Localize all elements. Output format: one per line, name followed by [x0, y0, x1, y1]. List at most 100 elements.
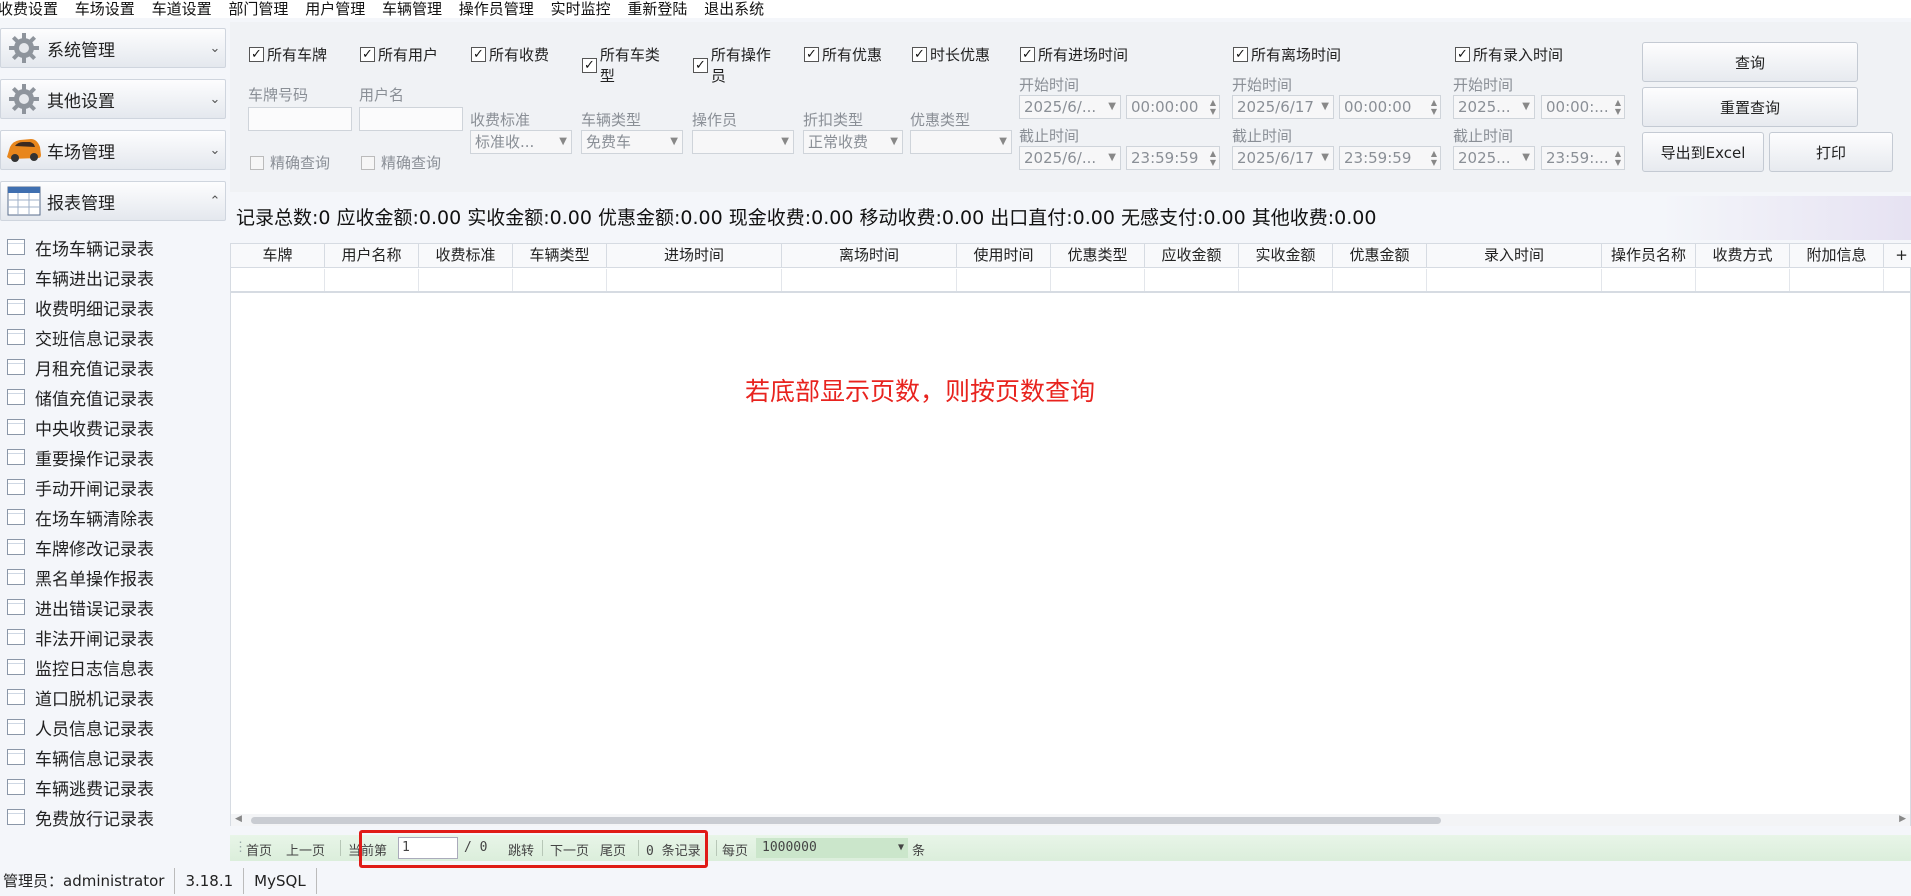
sidebar-item-free-pass[interactable]: 免费放行记录表 — [0, 802, 226, 832]
menu-monitor[interactable]: 实时监控 — [551, 2, 611, 17]
prev-page-button[interactable]: 上一页 — [286, 840, 325, 859]
user-input[interactable] — [359, 107, 463, 131]
summary-bar: 记录总数:0 应收金额:0.00 实收金额:0.00 优惠金额:0.00 现金收… — [230, 196, 1911, 240]
spin-arrows-icon: ▲ ▼ — [1614, 98, 1621, 116]
exit-end-date[interactable]: 2025/6/17 ▼ — [1232, 146, 1334, 170]
record-end-date[interactable]: 2025... ▼ — [1453, 146, 1535, 170]
sidebar-item-error[interactable]: 进出错误记录表 — [0, 592, 226, 622]
plate-exact-checkbox[interactable]: 精确查询 — [250, 152, 330, 173]
sidebar-item-stored[interactable]: 储值充值记录表 — [0, 382, 226, 412]
entry-end-time[interactable]: 23:59:59 ▲ ▼ — [1126, 146, 1220, 170]
sidebar-group-reports[interactable]: 报表管理 ⌃ — [0, 181, 226, 221]
sidebar-group-system[interactable]: 系统管理 ⌄ — [0, 28, 226, 68]
all-discounts-checkbox[interactable]: ✓ 所有优惠 — [804, 44, 882, 65]
sidebar-item-evasion[interactable]: 车辆逃费记录表 — [0, 772, 226, 802]
column-header[interactable]: 操作员名称 — [1602, 244, 1696, 268]
column-header[interactable]: 用户名称 — [325, 244, 419, 268]
column-header[interactable]: 附加信息 — [1790, 244, 1884, 268]
sidebar-group-other[interactable]: 其他设置 ⌄ — [0, 79, 226, 119]
reset-query-button[interactable]: 重置查询 — [1642, 87, 1858, 127]
menu-lane-settings[interactable]: 车道设置 — [152, 2, 212, 17]
sidebar-item-illegal-gate[interactable]: 非法开闸记录表 — [0, 622, 226, 652]
first-page-button[interactable]: 首页 — [246, 840, 272, 859]
all-entry-time-checkbox[interactable]: ✓ 所有进场时间 — [1020, 44, 1128, 65]
all-cartypes-checkbox[interactable]: ✓ 所有车类型 — [582, 44, 674, 86]
time-discount-checkbox[interactable]: ✓ 时长优惠 — [912, 44, 990, 65]
column-header[interactable]: 使用时间 — [957, 244, 1051, 268]
column-header[interactable]: 收费方式 — [1696, 244, 1790, 268]
timedisc-select[interactable]: ▼ — [910, 130, 1012, 154]
sidebar-item-fee-detail[interactable]: 收费明细记录表 — [0, 292, 226, 322]
sidebar-item-onsite[interactable]: 在场车辆记录表 — [0, 232, 226, 262]
plate-input[interactable] — [248, 107, 352, 131]
print-button[interactable]: 打印 — [1769, 132, 1893, 172]
menu-relogin[interactable]: 重新登陆 — [627, 2, 687, 17]
sidebar-item-central[interactable]: 中央收费记录表 — [0, 412, 226, 442]
scroll-right-icon[interactable]: ▶ — [1899, 814, 1906, 824]
sidebar-item-personnel[interactable]: 人员信息记录表 — [0, 712, 226, 742]
menu-users[interactable]: 用户管理 — [305, 2, 365, 17]
all-record-time-checkbox[interactable]: ✓ 所有录入时间 — [1455, 44, 1563, 65]
record-start-time[interactable]: 00:00:... ▲ ▼ — [1541, 95, 1625, 119]
discount-select[interactable]: 正常收费 ▼ — [803, 130, 903, 154]
column-header[interactable]: 车辆类型 — [513, 244, 607, 268]
menu-operators[interactable]: 操作员管理 — [459, 2, 534, 17]
sidebar-item-plate-edit[interactable]: 车牌修改记录表 — [0, 532, 226, 562]
sidebar-item-vehicle-info[interactable]: 车辆信息记录表 — [0, 742, 226, 772]
column-header[interactable]: 实收金额 — [1239, 244, 1333, 268]
column-header[interactable]: 车牌 — [231, 244, 325, 268]
operator-select[interactable]: ▼ — [692, 130, 794, 154]
column-header[interactable]: 录入时间 — [1427, 244, 1602, 268]
exit-start-time[interactable]: 00:00:00 ▲ ▼ — [1339, 95, 1441, 119]
sidebar-group-lot[interactable]: 车场管理 ⌄ — [0, 130, 226, 170]
cartype-filter: ✓ 所有车类型 车辆类型 免费车 ▼ — [563, 22, 683, 192]
all-fees-checkbox[interactable]: ✓ 所有收费 — [471, 44, 549, 65]
dropdown-arrow-icon: ▼ — [1321, 101, 1329, 112]
column-header[interactable]: 应收金额 — [1145, 244, 1239, 268]
sidebar-item-manual-gate[interactable]: 手动开闸记录表 — [0, 472, 226, 502]
column-header-more[interactable]: + — [1884, 244, 1911, 268]
all-plates-checkbox[interactable]: ✓ 所有车牌 — [249, 44, 327, 65]
menu-department[interactable]: 部门管理 — [228, 2, 288, 17]
sidebar-item-monthly[interactable]: 月租充值记录表 — [0, 352, 226, 382]
column-header[interactable]: 进场时间 — [607, 244, 782, 268]
export-excel-button[interactable]: 导出到Excel — [1642, 132, 1764, 172]
entry-end-date[interactable]: 2025/6/... ▼ — [1019, 146, 1121, 170]
menu-exit[interactable]: 退出系统 — [704, 2, 764, 17]
sidebar-item-important-ops[interactable]: 重要操作记录表 — [0, 442, 226, 472]
user-exact-checkbox[interactable]: 精确查询 — [361, 152, 441, 173]
fee-select[interactable]: 标准收... ▼ — [470, 130, 572, 154]
table-row[interactable] — [231, 269, 1911, 293]
menu-fee-settings[interactable]: 收费设置 — [0, 2, 58, 17]
sidebar-item-shift[interactable]: 交班信息记录表 — [0, 322, 226, 352]
cartype-select[interactable]: 免费车 ▼ — [581, 130, 683, 154]
menu-lot-settings[interactable]: 车场设置 — [75, 2, 135, 17]
per-page-select[interactable]: 1000000 ▼ — [756, 838, 908, 858]
column-header[interactable]: 离场时间 — [782, 244, 957, 268]
column-header[interactable]: 收费标准 — [419, 244, 513, 268]
sidebar-item-offline[interactable]: 道口脱机记录表 — [0, 682, 226, 712]
all-users-checkbox[interactable]: ✓ 所有用户 — [360, 44, 438, 65]
sidebar-item-monitor-log[interactable]: 监控日志信息表 — [0, 652, 226, 682]
entry-start-date[interactable]: 2025/6/... ▼ — [1019, 95, 1121, 119]
sidebar-item-onsite-clear[interactable]: 在场车辆清除表 — [0, 502, 226, 532]
scroll-left-icon[interactable]: ◀ — [235, 814, 242, 824]
query-button[interactable]: 查询 — [1642, 42, 1858, 82]
all-exit-time-checkbox[interactable]: ✓ 所有离场时间 — [1233, 44, 1341, 65]
all-operators-checkbox[interactable]: ✓ 所有操作员 — [693, 44, 785, 86]
exit-end-time[interactable]: 23:59:59 ▲ ▼ — [1339, 146, 1441, 170]
sidebar-item-in-out[interactable]: 车辆进出记录表 — [0, 262, 226, 292]
table-icon — [7, 779, 25, 795]
record-end-time[interactable]: 23:59:... ▲ ▼ — [1541, 146, 1625, 170]
menu-vehicles[interactable]: 车辆管理 — [382, 2, 442, 17]
spin-arrows-icon: ▲ ▼ — [1430, 149, 1437, 167]
column-header[interactable]: 优惠金额 — [1333, 244, 1427, 268]
entry-start-time[interactable]: 00:00:00 ▲ ▼ — [1126, 95, 1220, 119]
spin-arrows-icon: ▲ ▼ — [1614, 149, 1621, 167]
horizontal-scrollbar[interactable]: ◀ ▶ — [231, 814, 1910, 826]
column-header[interactable]: 优惠类型 — [1051, 244, 1145, 268]
exit-start-date[interactable]: 2025/6/17 ▼ — [1232, 95, 1334, 119]
scrollbar-thumb[interactable] — [251, 817, 1441, 824]
record-start-date[interactable]: 2025... ▼ — [1453, 95, 1535, 119]
sidebar-item-blacklist[interactable]: 黑名单操作报表 — [0, 562, 226, 592]
